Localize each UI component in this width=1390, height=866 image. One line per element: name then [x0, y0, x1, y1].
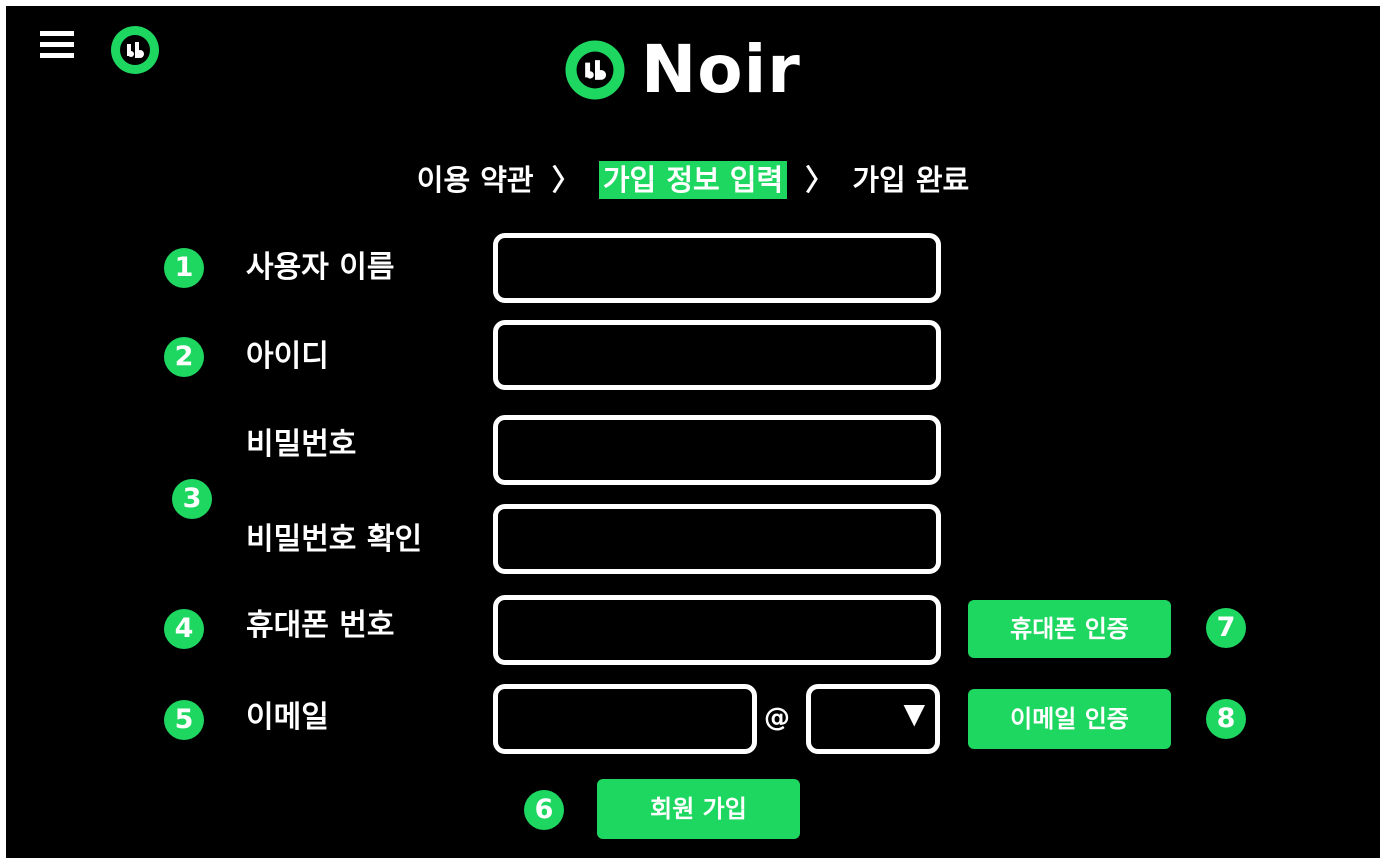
email-at-sign: @	[764, 703, 790, 733]
password-input[interactable]	[493, 415, 941, 485]
username-label: 사용자 이름	[246, 250, 395, 285]
password-confirm-input[interactable]	[493, 504, 941, 574]
email-local-input[interactable]	[493, 684, 757, 754]
step-badge-2: 2	[164, 337, 204, 377]
phone-input[interactable]	[493, 595, 941, 665]
breadcrumb-step-terms: 이용 약관	[416, 163, 534, 197]
step-badge-3: 3	[172, 479, 212, 519]
password-confirm-label: 비밀번호 확인	[246, 522, 423, 557]
music-note-logo-icon[interactable]	[109, 24, 161, 76]
signup-submit-button[interactable]: 회원 가입	[597, 779, 800, 839]
breadcrumb-step-info-active: 가입 정보 입력	[598, 161, 788, 199]
username-input[interactable]	[493, 233, 941, 303]
user-id-input[interactable]	[493, 320, 941, 390]
signup-steps-breadcrumb: 이용 약관 〉 가입 정보 입력 〉 가입 완료	[6, 158, 1380, 202]
phone-label: 휴대폰 번호	[246, 608, 395, 643]
step-badge-4: 4	[164, 609, 204, 649]
step-badge-7: 7	[1206, 608, 1246, 648]
password-label: 비밀번호	[246, 427, 357, 462]
breadcrumb-separator-icon: 〉	[805, 163, 835, 197]
step-badge-5: 5	[164, 700, 204, 740]
step-badge-1: 1	[164, 248, 204, 288]
breadcrumb-step-complete: 가입 완료	[852, 163, 970, 197]
email-domain-select[interactable]: ▼	[806, 684, 940, 754]
breadcrumb-separator-icon: 〉	[551, 163, 581, 197]
brand-name: Noir	[641, 31, 801, 108]
noir-logo-icon	[565, 40, 625, 100]
brand-header: Noir	[563, 34, 801, 106]
signup-screen: Noir 이용 약관 〉 가입 정보 입력 〉 가입 완료 1 사용자 이름 2…	[6, 6, 1380, 858]
hamburger-menu-icon[interactable]	[40, 31, 74, 59]
chevron-down-icon: ▼	[903, 697, 925, 730]
email-verify-button[interactable]: 이메일 인증	[968, 689, 1171, 749]
user-id-label: 아이디	[246, 339, 329, 374]
email-label: 이메일	[246, 700, 329, 735]
step-badge-8: 8	[1206, 699, 1246, 739]
step-badge-6: 6	[524, 790, 564, 830]
phone-verify-button[interactable]: 휴대폰 인증	[968, 600, 1171, 658]
